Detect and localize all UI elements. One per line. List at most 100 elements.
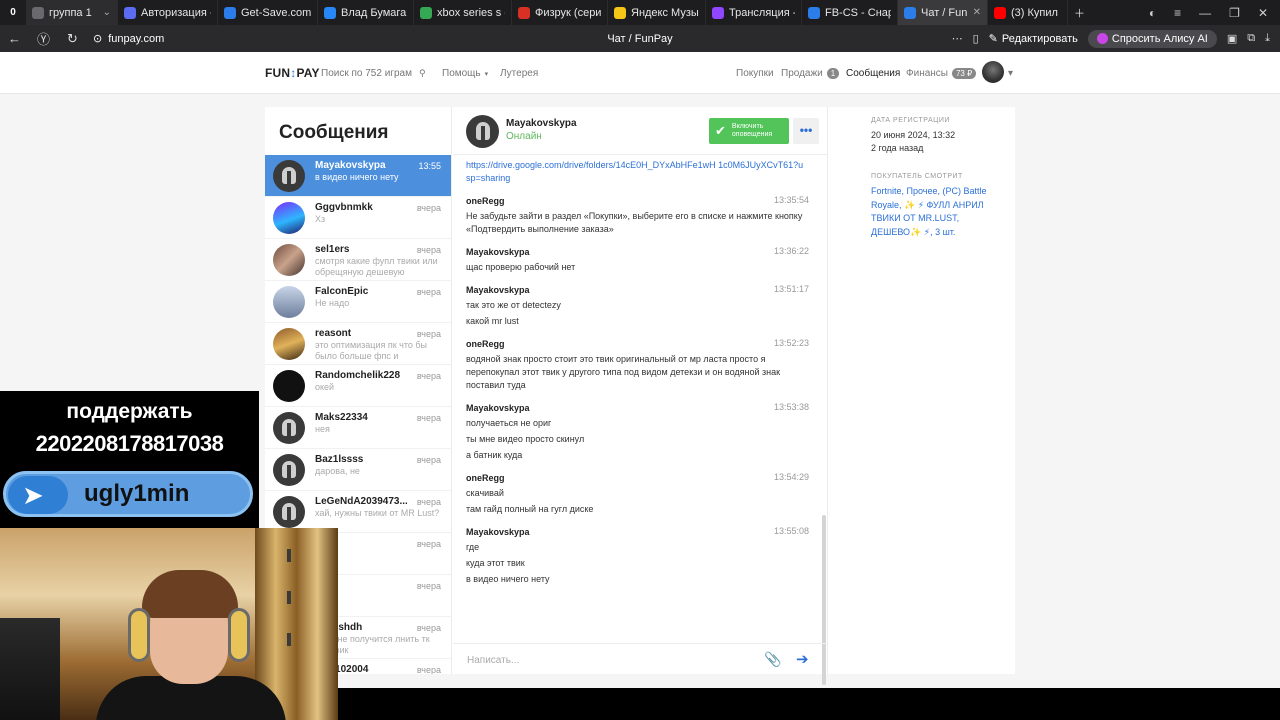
logo-right: PAY [296, 66, 320, 80]
browser-tab[interactable]: Авторизация - 2 [118, 0, 218, 25]
search-games-link[interactable]: Поиск по 752 играм ⚲ [321, 68, 426, 79]
purchases-link[interactable]: Покупки [736, 68, 774, 79]
browser-tab[interactable]: Чат / FunPay ✕ [898, 0, 988, 25]
message-text: водяной знак просто стоит это твик ориги… [466, 354, 781, 390]
send-icon[interactable]: ➔ [796, 650, 809, 668]
message-author[interactable]: Mayakovskypa [466, 246, 806, 258]
chat-preview: это оптимизация пк что бы было больше фп… [315, 340, 428, 361]
message-time: 13:51:17 [773, 284, 809, 294]
back-icon[interactable]: ← [0, 31, 29, 46]
site-info-icon[interactable]: ⊙ [93, 32, 102, 45]
contact-avatar[interactable] [466, 115, 499, 148]
webcam-streamer-hair [142, 570, 238, 618]
chat-message: Mayakovskypa 13:55:08 где куда этот твик в в… [453, 526, 819, 586]
message-text: щас проверю рабочий нет [466, 262, 576, 272]
chat-name: Gggvbnmkk [315, 202, 373, 213]
user-avatar[interactable] [982, 61, 1004, 83]
conversation-header: Mayakovskypa Онлайн ✔ Включить оповещения… [453, 107, 828, 155]
message-time: 13:35:54 [773, 195, 809, 205]
funpay-logo[interactable]: FUN↕PAY [265, 66, 320, 80]
yandex-icon[interactable]: Ⓨ [29, 29, 58, 48]
chat-list-item[interactable]: FalconEpic вчера Не надо [265, 281, 451, 323]
group-chevron-icon[interactable]: ⌄ [103, 7, 111, 18]
message-text: так это же от detectezy [466, 300, 561, 310]
edit-label: Редактировать [1001, 32, 1078, 45]
browser-tab[interactable]: xbox series s - Ку [414, 0, 512, 25]
chat-list-item[interactable]: Mayakovskypa 13:55 в видео ничего нету [265, 155, 451, 197]
finance-badge: 73 ₽ [951, 68, 977, 79]
chat-preview: в видео ничего нету [315, 172, 399, 182]
close-window-icon[interactable]: ✕ [1258, 6, 1268, 20]
extensions-icon[interactable]: ⧉ [1247, 32, 1255, 45]
reload-icon[interactable]: ↻ [58, 31, 87, 47]
url-field[interactable]: ⊙ funpay.com [93, 32, 164, 46]
help-menu[interactable]: Помощь ▾ [442, 68, 488, 79]
browser-tab[interactable]: (3) Купил I [988, 0, 1068, 25]
close-tab-icon[interactable]: ✕ [973, 7, 981, 18]
minimize-icon[interactable]: — [1199, 6, 1211, 20]
check-icon: ✔ [715, 123, 726, 138]
bookmark-icon[interactable]: ▯ [973, 32, 979, 45]
browser-tab[interactable]: Трансляция - Tw [706, 0, 802, 25]
browser-tab[interactable]: группа 1 ⌄ [26, 0, 118, 25]
message-input[interactable] [467, 652, 747, 668]
message-author[interactable]: Mayakovskypa [466, 284, 806, 296]
contact-name[interactable]: Mayakovskypa [506, 118, 577, 129]
chat-list-item[interactable]: sel1ers вчера смотря какие фупл твики или … [265, 239, 451, 281]
chat-list-item[interactable]: Maks22334 вчера нея [265, 407, 451, 449]
browser-tab[interactable]: FB-CS - Снаряж [802, 0, 898, 25]
chat-list-item[interactable]: reasont вчера это оптимизация пк что бы бы… [265, 323, 451, 365]
tab-label: Яндекс Музыка [631, 6, 699, 19]
chat-message: Mayakovskypa 13:53:38 получаеться не ориг т… [453, 402, 819, 462]
chat-name: LeGeNdA2039473... [315, 496, 407, 507]
message-link[interactable]: https://drive.google.com/drive/folders/1… [466, 159, 806, 185]
ask-alice-button[interactable]: Спросить Алису AI [1087, 29, 1217, 48]
message-author[interactable]: Mayakovskypa [466, 526, 806, 538]
message-text: там гайд полный на гугл диске [466, 504, 594, 514]
message-author[interactable]: oneRegg [466, 195, 806, 207]
sales-link[interactable]: Продажи 1 [781, 68, 840, 79]
menu-icon[interactable]: ≡ [1174, 6, 1181, 20]
message-time: 13:54:29 [773, 472, 809, 482]
message-author[interactable]: oneRegg [466, 472, 806, 484]
chat-list-item[interactable]: Gggvbnmkk вчера Хз [265, 197, 451, 239]
chat-avatar [273, 328, 305, 360]
chat-list-item[interactable]: Baz1lssss вчера дарова, не [265, 449, 451, 491]
message-time: 13:55:08 [773, 526, 809, 536]
tab-label: Трансляция - Tw [729, 6, 795, 19]
browser-tab[interactable]: Физрук (сериал [512, 0, 608, 25]
edit-button[interactable]: ✎ Редактировать [989, 32, 1078, 46]
enable-notifications-button[interactable]: ✔ Включить оповещения [709, 118, 789, 144]
chat-card: Сообщения Mayakovskypa 13:55 в видео ничег… [265, 107, 1015, 685]
message-time: 13:36:22 [773, 246, 809, 256]
chat-preview: смотря какие фупл твики или обрещяную де… [315, 256, 438, 277]
browser-tab[interactable]: Get-Save.com - С [218, 0, 318, 25]
chat-message: https://drive.google.com/drive/folders/1… [453, 159, 819, 185]
finance-link[interactable]: Финансы 73 ₽ [906, 68, 977, 79]
lottery-link[interactable]: Лутерея [500, 68, 538, 79]
user-menu-chevron-icon[interactable]: ▾ [1008, 68, 1013, 79]
messages-link[interactable]: Сообщения [846, 68, 900, 79]
ask-alice-label: Спросить Алису AI [1111, 32, 1208, 45]
screen: 0 группа 1 ⌄ Авторизация - 2 Get-Save.com -… [0, 0, 1280, 720]
chat-list-item[interactable]: LeGeNdA2039473... вчера хай, нужны твики о… [265, 491, 451, 533]
chat-message: oneRegg 13:54:29 скачивай там гайд полный н… [453, 472, 819, 516]
attach-icon[interactable]: 📎 [764, 651, 781, 668]
tab-counter[interactable]: 0 [0, 0, 26, 25]
new-tab-button[interactable]: ＋ [1068, 0, 1091, 25]
profile-icon[interactable]: ◐ [1149, 6, 1156, 20]
browser-tab[interactable]: Яндекс Музыка [608, 0, 706, 25]
message-author[interactable]: Mayakovskypa [466, 402, 806, 414]
watching-offer-link[interactable]: Fortnite, Прочее, (PC) Battle Royale, ✨ … [871, 185, 1001, 239]
reader-icon[interactable]: ▣ [1227, 32, 1237, 45]
message-time: 13:52:23 [773, 338, 809, 348]
more-options-button[interactable]: ••• [793, 118, 819, 144]
more-icon[interactable]: ⋯ [952, 32, 963, 45]
maximize-icon[interactable]: ❐ [1229, 6, 1240, 20]
browser-tab[interactable]: Влад Бумага А4 [318, 0, 414, 25]
downloads-icon[interactable]: ⤓ [1265, 32, 1270, 45]
chat-list-item[interactable]: Randomchelik228 вчера окей [265, 365, 451, 407]
message-author[interactable]: oneRegg [466, 338, 806, 350]
webcam-chair [0, 618, 60, 720]
message-list[interactable]: https://drive.google.com/drive/folders/1… [453, 155, 819, 632]
